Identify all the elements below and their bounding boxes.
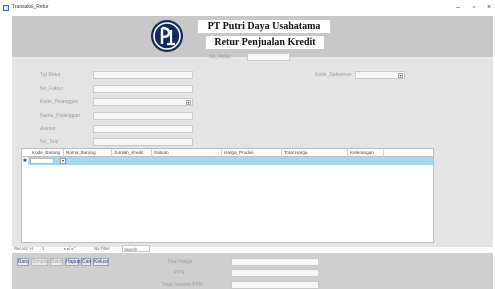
ppn-field[interactable] — [231, 269, 319, 277]
hapus-button[interactable]: Hapus — [65, 258, 80, 266]
total-setelah-ppn-field[interactable] — [231, 281, 319, 289]
bottom-panel: Baru Simpan Batal Hapus Cari Keluar Tota… — [12, 253, 493, 289]
batal-button[interactable]: Batal — [50, 258, 63, 266]
baru-button[interactable]: Baru — [17, 258, 29, 266]
alamat-label: Alamat — [40, 126, 56, 132]
total-harga-field[interactable] — [231, 258, 319, 266]
column-header[interactable]: Harga_Produk — [222, 149, 282, 157]
record-nav-arrows[interactable]: ▸ ▸| ▸* — [64, 245, 75, 252]
form-title: Retur Penjualan Kredit — [206, 36, 324, 49]
table-row[interactable]: ✱ ▾ — [22, 157, 433, 165]
record-label[interactable]: Record: H — [14, 245, 33, 252]
column-header[interactable]: Satuan — [152, 149, 222, 157]
detail-grid[interactable]: Kode_Barang Nama_Barang Jumlah_Kredit Sa… — [21, 148, 434, 243]
chevron-down-icon[interactable]: ▾ — [186, 100, 191, 105]
no-faktur-label: No_Faktur — [40, 86, 64, 92]
no-retur-field[interactable] — [247, 53, 290, 61]
filter-indicator[interactable]: No Filter — [94, 245, 110, 252]
tgl-retur-label: Tgl Retur — [40, 72, 61, 78]
minimize-button[interactable]: – — [452, 2, 464, 14]
company-title-block: PT Putri Daya Usahatama Retur Penjualan … — [198, 20, 330, 54]
maximize-button[interactable]: ▫ — [468, 2, 480, 14]
company-name: PT Putri Daya Usahatama — [198, 20, 330, 33]
column-header[interactable]: Jumlah_Kredit — [112, 149, 152, 157]
ppn-label: PPN — [174, 270, 185, 276]
alamat-field[interactable] — [93, 125, 193, 133]
column-header[interactable]: Kode_Barang — [30, 149, 64, 157]
form-icon — [3, 5, 9, 11]
no-telp-field[interactable] — [93, 138, 193, 146]
keluar-button[interactable]: Keluar — [93, 258, 109, 266]
simpan-button[interactable]: Simpan — [31, 258, 49, 266]
total-harga-label: Total Harga — [167, 259, 193, 265]
title-bar: Transaksi_Retur – ▫ × — [0, 0, 495, 16]
kode-barang-cell[interactable] — [30, 158, 54, 164]
close-button[interactable]: × — [483, 2, 495, 14]
nama-pelanggan-label: Nama_Pelanggan — [40, 113, 81, 119]
no-retur-label: No_Retur — [209, 54, 231, 60]
company-logo-icon — [151, 20, 183, 52]
window-title: Transaksi_Retur — [12, 4, 49, 10]
tgl-retur-field[interactable] — [93, 71, 193, 79]
chevron-down-icon[interactable]: ▾ — [60, 158, 66, 164]
record-position[interactable]: 1 — [42, 245, 44, 252]
record-navigator: Record: H 1 ▸ ▸| ▸* No Filter Search — [14, 245, 154, 252]
search-input[interactable]: Search — [122, 245, 150, 252]
column-header[interactable]: Nama_Barang — [64, 149, 112, 157]
kode-pelanggan-label: Kode_Pelanggan — [40, 99, 79, 105]
column-header[interactable]: Keterangan — [348, 149, 384, 157]
form-header: PT Putri Daya Usahatama Retur Penjualan … — [12, 16, 493, 57]
no-faktur-field[interactable] — [93, 85, 193, 93]
no-telp-label: No_Telp — [40, 139, 59, 145]
cari-button[interactable]: Cari — [81, 258, 91, 266]
new-record-icon[interactable]: ✱ — [22, 157, 28, 165]
nama-pelanggan-field[interactable] — [93, 112, 193, 120]
kode-pelanggan-dropdown[interactable]: ▾ — [93, 98, 193, 106]
kode-salesman-label: Kode_Salesman — [315, 72, 352, 78]
column-header[interactable]: Total Harga — [282, 149, 348, 157]
total-setelah-ppn-label: Total Setelah PPN — [162, 282, 203, 288]
chevron-down-icon[interactable]: ▾ — [398, 73, 403, 78]
grid-header: Kode_Barang Nama_Barang Jumlah_Kredit Sa… — [22, 149, 433, 157]
kode-salesman-dropdown[interactable]: ▾ — [355, 71, 405, 79]
